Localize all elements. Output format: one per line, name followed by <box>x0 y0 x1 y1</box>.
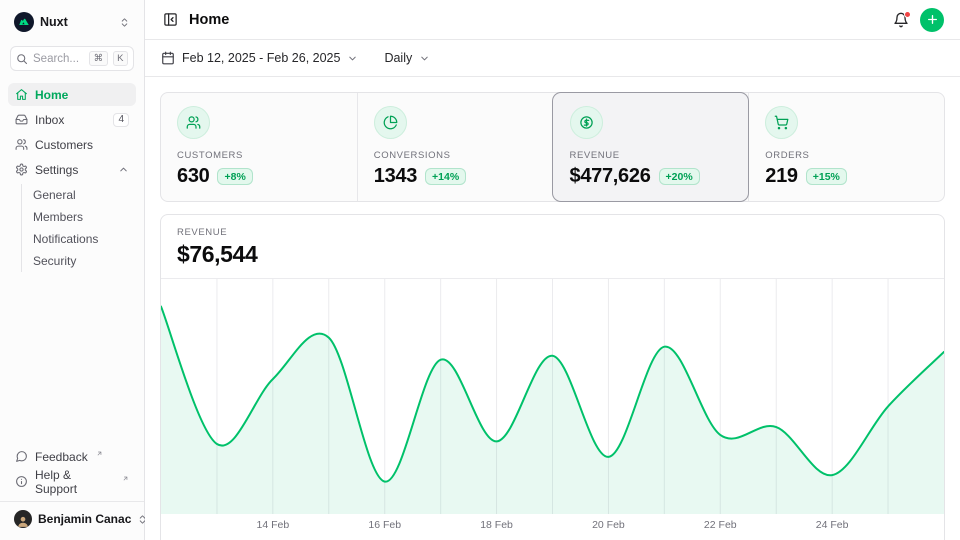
revenue-area-chart[interactable]: 14 Feb16 Feb18 Feb20 Feb22 Feb24 Feb <box>161 278 944 514</box>
external-link-icon <box>96 450 103 457</box>
stat-value: 630 <box>177 165 209 188</box>
delta-badge: +14% <box>425 168 466 185</box>
stat-card-conversions[interactable]: CONVERSIONS 1343 +14% <box>357 93 553 201</box>
add-button[interactable] <box>920 8 944 32</box>
main-area: Home Feb 12, 2025 - Feb 26, 2025 <box>145 0 960 540</box>
sidebar-item-settings[interactable]: Settings <box>8 158 136 181</box>
stat-value: $477,626 <box>570 165 651 188</box>
date-range-picker[interactable]: Feb 12, 2025 - Feb 26, 2025 <box>161 51 358 65</box>
sidebar-nav: Home Inbox 4 Customers Settings <box>8 83 136 272</box>
sidebar-item-label: Home <box>35 88 68 102</box>
stats-row: CUSTOMERS 630 +8% CONVERSIONS 1343 +14% <box>160 92 945 202</box>
external-link-icon <box>122 475 129 482</box>
date-range-value: Feb 12, 2025 - Feb 26, 2025 <box>182 51 340 65</box>
search-input[interactable]: ⌘ K <box>10 46 134 71</box>
nuxt-logo-icon <box>14 12 34 32</box>
sidebar-item-inbox[interactable]: Inbox 4 <box>8 108 136 131</box>
revenue-chart-card: REVENUE $76,544 14 Feb 16 Feb 18 Feb 20 Feb… <box>160 214 945 540</box>
plus-icon <box>926 13 939 26</box>
sidebar: Nuxt ⌘ K Home Inbo <box>0 0 145 540</box>
user-name: Benjamin Canac <box>38 512 131 526</box>
stat-label: CUSTOMERS <box>177 150 341 161</box>
pie-chart-icon <box>374 106 407 139</box>
panel-left-close-icon <box>163 12 178 27</box>
stat-label: ORDERS <box>765 150 928 161</box>
chevrons-up-down-icon <box>119 17 130 28</box>
sidebar-item-label: Settings <box>35 163 78 177</box>
search-field[interactable] <box>33 53 84 65</box>
workspace-switcher[interactable]: Nuxt <box>8 8 136 36</box>
gear-icon <box>15 163 28 176</box>
inbox-icon <box>15 113 28 126</box>
stat-label: REVENUE <box>570 150 733 161</box>
delta-badge: +20% <box>659 168 700 185</box>
stat-value: 219 <box>765 165 797 188</box>
feedback-link[interactable]: Feedback <box>8 445 136 468</box>
workspace-name: Nuxt <box>40 15 113 29</box>
x-axis-tick-label: 20 Feb <box>592 519 625 531</box>
users-icon <box>15 138 28 151</box>
chart-canvas <box>161 278 944 514</box>
kbd-k: K <box>113 51 128 66</box>
sidebar-item-members[interactable]: Members <box>33 206 136 228</box>
chart-header: REVENUE $76,544 <box>161 215 944 278</box>
collapse-sidebar-button[interactable] <box>161 10 180 29</box>
sidebar-item-customers[interactable]: Customers <box>8 133 136 156</box>
message-bubble-icon <box>15 450 28 463</box>
stat-card-customers[interactable]: CUSTOMERS 630 +8% <box>161 93 357 201</box>
stat-card-orders[interactable]: ORDERS 219 +15% <box>748 93 944 201</box>
sidebar-item-notifications[interactable]: Notifications <box>33 228 136 250</box>
filter-toolbar: Feb 12, 2025 - Feb 26, 2025 Daily <box>145 40 960 77</box>
stat-label: CONVERSIONS <box>374 150 537 161</box>
settings-submenu: General Members Notifications Security <box>21 184 136 272</box>
app-window: Nuxt ⌘ K Home Inbo <box>0 0 960 540</box>
period-value: Daily <box>384 51 412 65</box>
sidebar-item-security[interactable]: Security <box>33 250 136 272</box>
period-select[interactable]: Daily <box>384 51 430 65</box>
notifications-button[interactable] <box>891 10 911 30</box>
x-axis-tick-label: 14 Feb <box>256 519 289 531</box>
page-title: Home <box>189 12 229 28</box>
notification-dot <box>904 11 911 18</box>
chart-x-axis: 14 Feb 16 Feb 18 Feb 20 Feb 22 Feb 24 Feb <box>161 514 944 540</box>
feedback-label: Feedback <box>35 450 88 464</box>
calendar-icon <box>161 51 175 65</box>
x-axis-tick-label: 18 Feb <box>480 519 513 531</box>
help-support-label: Help & Support <box>35 468 114 496</box>
sidebar-footer: Feedback Help & Support <box>8 445 136 493</box>
users-icon <box>177 106 210 139</box>
user-menu[interactable]: Benjamin Canac <box>8 502 136 532</box>
chevron-down-icon <box>419 53 430 64</box>
info-circle-icon <box>15 475 28 488</box>
chevron-down-icon <box>347 53 358 64</box>
sidebar-item-home[interactable]: Home <box>8 83 136 106</box>
sidebar-item-label: Inbox <box>35 113 64 127</box>
avatar <box>14 510 32 528</box>
sidebar-item-general[interactable]: General <box>33 184 136 206</box>
shopping-cart-icon <box>765 106 798 139</box>
dashboard-content: CUSTOMERS 630 +8% CONVERSIONS 1343 +14% <box>145 77 960 540</box>
sidebar-item-label: Customers <box>35 138 93 152</box>
x-axis-tick-label: 16 Feb <box>368 519 401 531</box>
delta-badge: +8% <box>217 168 252 185</box>
stat-card-revenue[interactable]: REVENUE $477,626 +20% <box>553 93 749 201</box>
help-support-link[interactable]: Help & Support <box>8 470 136 493</box>
inbox-count-badge: 4 <box>113 113 129 127</box>
search-icon <box>16 53 28 65</box>
stat-value: 1343 <box>374 165 417 188</box>
chart-metric-value: $76,544 <box>177 241 928 268</box>
x-axis-tick-label: 22 Feb <box>704 519 737 531</box>
chevron-up-icon <box>118 164 129 175</box>
chart-metric-label: REVENUE <box>177 227 928 238</box>
x-axis-tick-label: 24 Feb <box>816 519 849 531</box>
dollar-circle-icon <box>570 106 603 139</box>
home-icon <box>15 88 28 101</box>
kbd-meta: ⌘ <box>89 51 108 66</box>
delta-badge: +15% <box>806 168 847 185</box>
top-bar: Home <box>145 0 960 40</box>
